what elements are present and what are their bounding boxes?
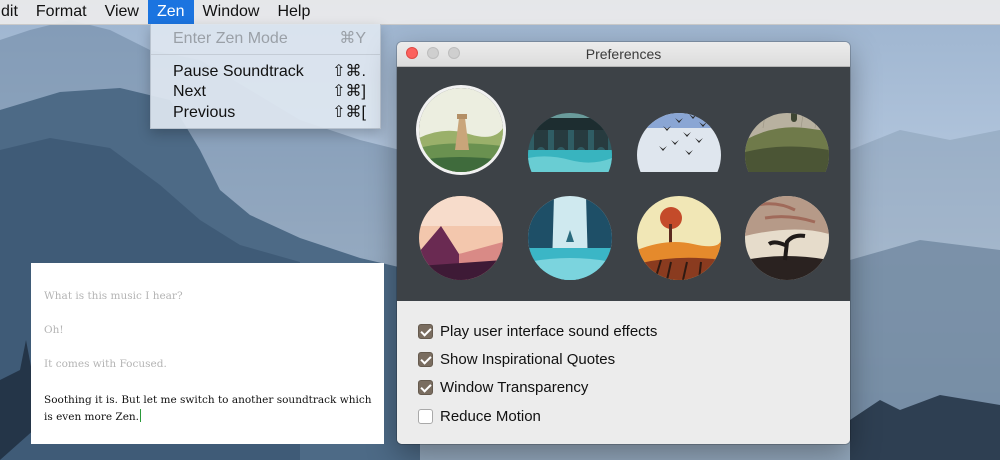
- tower-hills-theme-icon: [419, 88, 503, 172]
- option-label: Reduce Motion: [440, 407, 541, 425]
- autumn-tree-theme-icon: [637, 196, 721, 280]
- menu-item-label: Previous: [173, 104, 236, 121]
- menu-item-label: Enter Zen Mode: [173, 30, 288, 47]
- editor-current-line: Soothing it is. But let me switch to ano…: [44, 392, 374, 426]
- checkbox-unchecked-icon[interactable]: [418, 408, 433, 424]
- theme-birds[interactable]: [637, 113, 721, 197]
- option-window-transparency[interactable]: Window Transparency: [418, 377, 588, 397]
- menu-bar: dit Format View Zen Window Help: [0, 0, 1000, 25]
- editor-line-text: Soothing it is. But let me switch to ano…: [44, 394, 372, 423]
- menu-help[interactable]: Help: [268, 0, 319, 24]
- text-editor[interactable]: What is this music I hear? Oh! It comes …: [31, 263, 384, 444]
- checkbox-checked-icon[interactable]: [418, 351, 433, 367]
- menu-item-label: Pause Soundtrack: [173, 63, 304, 80]
- theme-aqueduct[interactable]: [528, 113, 612, 197]
- menu-item-shortcut: ⇧⌘.: [332, 63, 366, 80]
- theme-hill-monolith[interactable]: [745, 113, 829, 197]
- option-reduce-motion[interactable]: Reduce Motion: [418, 406, 541, 426]
- pink-mountain-theme-icon: [419, 196, 503, 280]
- menu-window[interactable]: Window: [194, 0, 269, 24]
- canyon-lagoon-theme-icon: [528, 196, 612, 280]
- window-title: Preferences: [585, 46, 662, 62]
- menu-edit[interactable]: dit: [0, 0, 27, 24]
- window-titlebar[interactable]: Preferences: [397, 42, 850, 67]
- option-sound-effects[interactable]: Play user interface sound effects: [418, 321, 657, 341]
- menu-item-label: Next: [173, 83, 206, 100]
- checkbox-checked-icon[interactable]: [418, 323, 433, 339]
- aqueduct-theme-icon: [528, 113, 612, 172]
- checkbox-checked-icon[interactable]: [418, 379, 433, 395]
- menu-item-shortcut: ⌘Y: [339, 30, 366, 47]
- preferences-window: Preferences Play user interface sound ef…: [397, 42, 850, 444]
- option-label: Play user interface sound effects: [440, 322, 658, 340]
- menu-item-enter-zen-mode: Enter Zen Mode ⌘Y: [151, 29, 380, 49]
- menu-item-shortcut: ⇧⌘]: [332, 83, 366, 100]
- option-inspirational-quotes[interactable]: Show Inspirational Quotes: [418, 349, 615, 369]
- menu-zen[interactable]: Zen: [147, 0, 194, 24]
- theme-picker: [397, 67, 850, 301]
- menu-item-shortcut: ⇧⌘[: [332, 104, 366, 121]
- theme-windy-tree[interactable]: [745, 196, 829, 280]
- menu-item-previous[interactable]: Previous ⇧⌘[: [151, 103, 380, 123]
- menu-separator: [151, 54, 380, 55]
- theme-canyon-lagoon[interactable]: [528, 196, 612, 280]
- hill-monolith-theme-icon: [745, 113, 829, 172]
- option-label: Show Inspirational Quotes: [440, 350, 616, 368]
- birds-theme-icon: [637, 113, 721, 172]
- windy-tree-theme-icon: [745, 196, 829, 280]
- menu-view[interactable]: View: [96, 0, 148, 24]
- option-label: Window Transparency: [440, 378, 589, 396]
- theme-tower-hills[interactable]: [419, 88, 503, 172]
- zen-menu-dropdown: Enter Zen Mode ⌘Y Pause Soundtrack ⇧⌘. N…: [150, 24, 381, 129]
- theme-pink-mountain[interactable]: [419, 196, 503, 280]
- editor-line: What is this music I hear?: [44, 290, 183, 302]
- options-section: Play user interface sound effects Show I…: [397, 301, 850, 444]
- text-cursor: [140, 409, 142, 422]
- editor-line: Oh!: [44, 324, 64, 336]
- menu-item-pause-soundtrack[interactable]: Pause Soundtrack ⇧⌘.: [151, 62, 380, 82]
- menu-format[interactable]: Format: [27, 0, 96, 24]
- menu-item-next[interactable]: Next ⇧⌘]: [151, 82, 380, 102]
- theme-autumn-tree[interactable]: [637, 196, 721, 280]
- editor-line: It comes with Focused.: [44, 358, 167, 370]
